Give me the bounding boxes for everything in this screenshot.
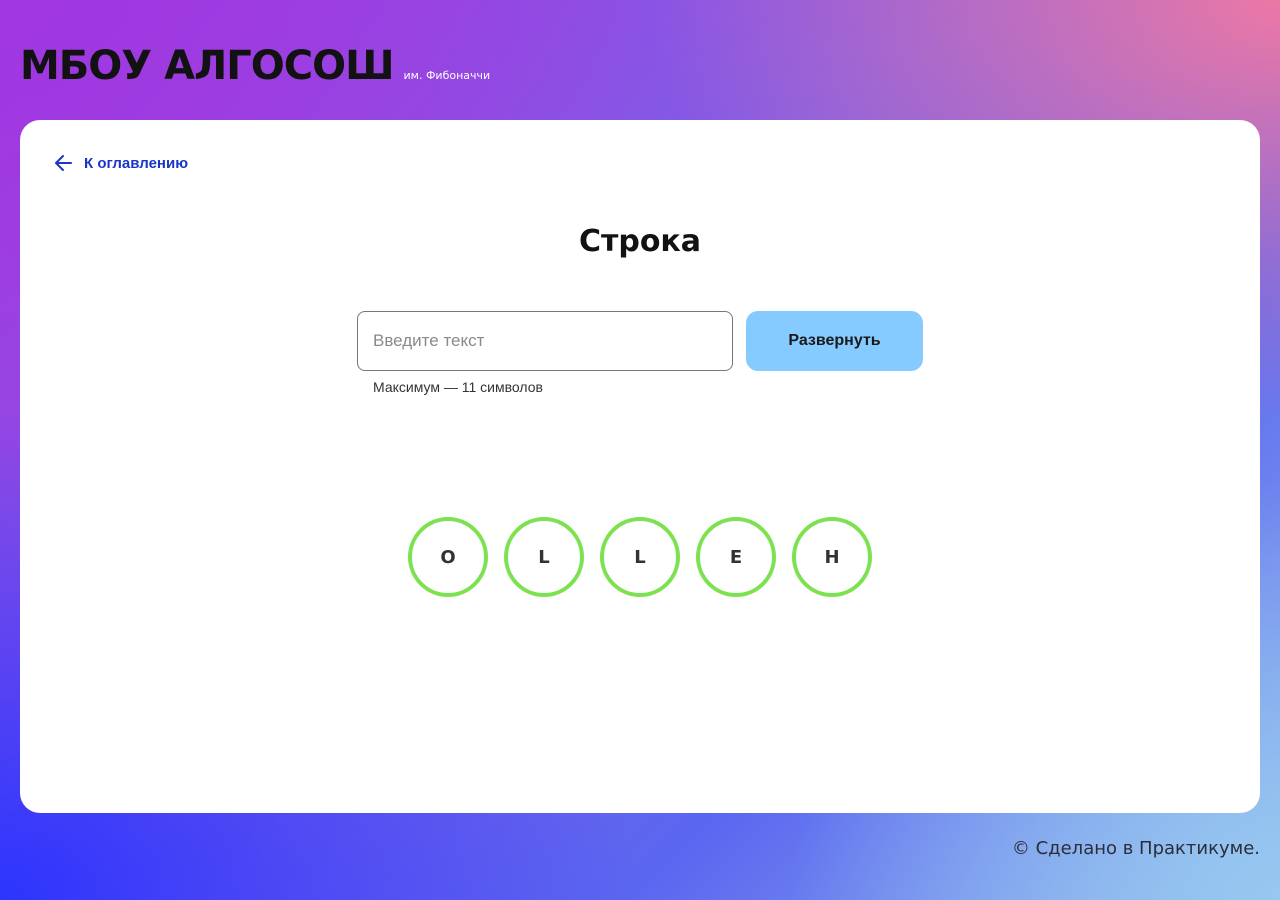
- letter-circle: L: [504, 517, 584, 597]
- page-title: Строка: [578, 224, 702, 259]
- arrow-left-icon: [55, 155, 72, 171]
- app-subtitle: им. Фибоначчи: [403, 69, 491, 82]
- input-hint: Максимум — 11 символов: [373, 379, 543, 395]
- reverse-button[interactable]: Развернуть: [746, 311, 923, 371]
- back-to-contents-link[interactable]: К оглавлению: [54, 153, 188, 173]
- letter-circle: H: [792, 517, 872, 597]
- back-link-label: К оглавлению: [84, 154, 189, 172]
- footer-credit: © Сделано в Практикуме.: [1011, 838, 1260, 859]
- result-circles: O L L E H: [20, 517, 1260, 597]
- letter-circle: L: [600, 517, 680, 597]
- letter-circle: O: [408, 517, 488, 597]
- header: МБОУ АЛГОСОШ им. Фибоначчи: [20, 40, 490, 92]
- text-input[interactable]: [357, 311, 733, 371]
- letter-circle: E: [696, 517, 776, 597]
- app-logo: МБОУ АЛГОСОШ: [20, 43, 395, 89]
- main-card: К оглавлению Строка Максимум — 11 символ…: [20, 120, 1260, 813]
